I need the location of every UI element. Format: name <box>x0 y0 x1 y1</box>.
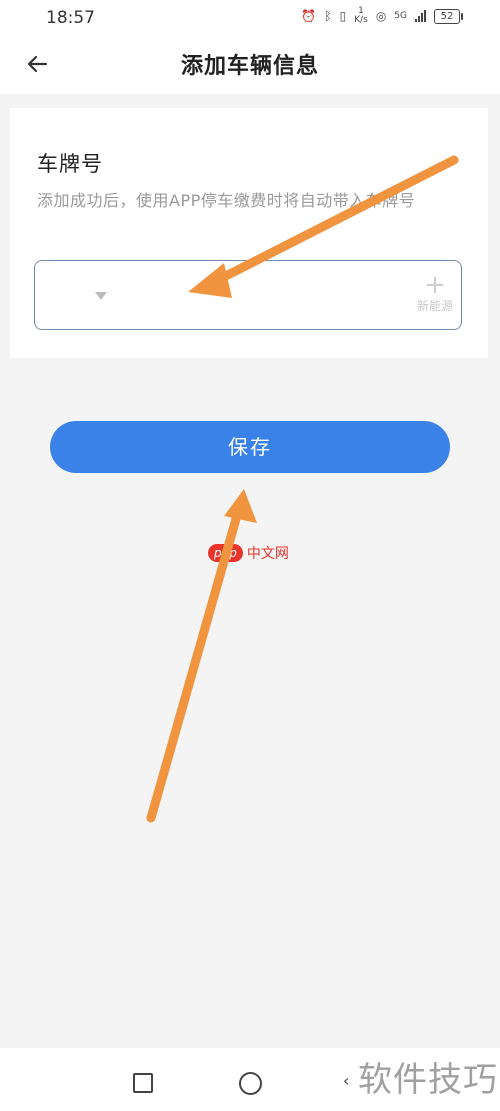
php-site-text: 中文网 <box>246 546 289 562</box>
new-energy-label: 新能源 <box>416 299 453 313</box>
vibrate-icon: ▯ <box>339 9 347 23</box>
plate-number-label: 车牌号 <box>37 152 103 176</box>
page-title: 添加车辆信息 <box>180 54 319 79</box>
battery-icon: 52 <box>434 8 463 24</box>
corner-watermark: 软件技巧 <box>358 1060 498 1100</box>
plus-icon: + <box>424 270 446 300</box>
php-watermark: php 中文网 <box>208 543 289 563</box>
signal-icon <box>415 10 426 22</box>
alarm-icon: ⏰ <box>301 9 317 23</box>
php-logo: php <box>208 544 243 562</box>
network-type: 5G <box>394 11 407 21</box>
header: 添加车辆信息 <box>0 34 500 94</box>
home-button[interactable] <box>239 1072 262 1095</box>
dropdown-arrow-icon <box>95 292 107 300</box>
bluetooth-icon: ᛒ <box>324 9 332 23</box>
hotspot-icon: ◎ <box>375 9 387 23</box>
back-nav-button[interactable]: ‹ <box>343 1071 349 1090</box>
plate-form-card: 车牌号 添加成功后，使用APP停车缴费时将自动带入车牌号 + 新能源 <box>10 108 488 358</box>
plate-hint-text: 添加成功后，使用APP停车缴费时将自动带入车牌号 <box>37 191 416 210</box>
plate-number-input[interactable]: + 新能源 <box>34 260 462 330</box>
province-dropdown[interactable] <box>93 289 113 305</box>
save-button[interactable]: 保存 <box>50 421 450 473</box>
recent-apps-button[interactable] <box>133 1073 153 1093</box>
arrow-to-save-annotation <box>146 489 257 823</box>
status-time: 18:57 <box>46 8 95 28</box>
new-energy-button[interactable]: + 新能源 <box>405 270 465 314</box>
status-bar: 18:57 ⏰ ᛒ ▯ 1 K/s ◎ 5G 52 <box>0 0 500 34</box>
net-speed: 1 K/s <box>354 6 368 25</box>
status-icons: ⏰ ᛒ ▯ 1 K/s ◎ 5G 52 <box>301 6 463 25</box>
